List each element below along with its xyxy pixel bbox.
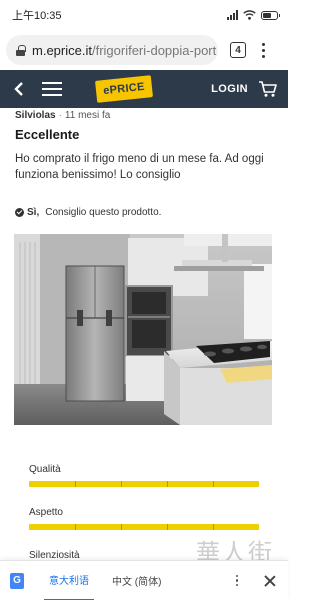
review-photo[interactable] [14,234,272,425]
lock-icon [16,44,26,56]
rating-label: Aspetto [29,507,63,518]
meta-separator: · [58,110,62,121]
google-translate-icon: G [10,572,24,589]
tab-target-language[interactable]: 中文 (简体) [112,561,161,600]
site-header: ePRICE LOGIN [0,70,288,108]
eprice-logo[interactable]: ePRICE [95,75,153,103]
url-host: m.eprice.it [32,42,92,58]
status-icons [227,10,280,20]
login-link[interactable]: LOGIN [211,83,248,95]
url-path: /frigoriferi-doppia-port [91,42,217,58]
review-title: Eccellente [15,127,80,142]
close-icon[interactable] [264,575,276,587]
rating-appearance: Aspetto [29,507,259,550]
recommend-text: Consiglio questo prodotto. [45,207,162,218]
check-circle-icon [15,208,24,217]
cart-icon [259,81,277,97]
review-card: Silviolas · 11 mesi fa Eccellente Ho compr… [15,110,273,218]
kitchen-photo [14,234,272,425]
browser-menu-icon[interactable] [262,42,265,58]
back-button[interactable] [0,70,38,108]
address-bar[interactable]: m.eprice.it/frigoriferi-doppia-port [6,35,218,65]
url-text: m.eprice.it/frigoriferi-doppia-port [32,43,216,58]
browser-toolbar: m.eprice.it/frigoriferi-doppia-port 4 [0,30,288,70]
translate-bar: G 意大利语 中文 (简体) [0,560,288,600]
cart-button[interactable] [248,80,288,98]
recommend-yes: Sì, [27,207,40,218]
review-body: Ho comprato il frigo meno di un mese fa.… [15,153,264,181]
signal-icon [227,10,238,20]
recommendation: Sì, Consiglio questo prodotto. [15,207,273,218]
tab-switcher-button[interactable]: 4 [230,42,246,58]
review-date: 11 mesi fa [64,110,111,121]
review-author: Silviolas [15,110,56,121]
status-bar: 上午10:35 [0,0,288,30]
review-meta: Silviolas · 11 mesi fa [15,110,273,121]
logo-text: ePRICE [102,80,146,98]
battery-icon [261,10,280,20]
rating-bar [29,524,259,530]
rating-label: Qualità [29,464,61,475]
rating-bar [29,481,259,487]
tab-source-language[interactable]: 意大利语 [44,561,94,600]
status-time: 上午10:35 [12,10,62,22]
rating-quality: Qualità [29,464,259,507]
menu-icon[interactable] [42,82,62,96]
chevron-left-icon [14,82,23,96]
translate-more-icon[interactable] [235,574,238,587]
wifi-icon [243,10,256,20]
